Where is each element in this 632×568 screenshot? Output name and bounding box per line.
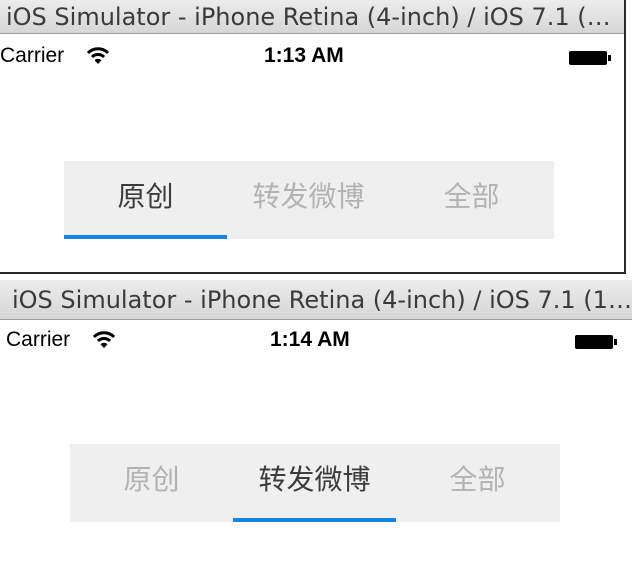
tab-reposts[interactable]: 转发微博 xyxy=(233,444,396,522)
tab-original[interactable]: 原创 xyxy=(70,444,233,522)
status-bar: Carrier 1:13 AM xyxy=(0,42,624,72)
wifi-icon xyxy=(92,331,116,348)
segmented-tab-bar: 原创 转发微博 全部 xyxy=(70,444,560,522)
battery-icon xyxy=(569,51,611,65)
carrier-label: Carrier xyxy=(6,328,71,351)
tab-all[interactable]: 全部 xyxy=(396,444,559,522)
status-time: 1:13 AM xyxy=(264,44,344,67)
tab-reposts[interactable]: 转发微博 xyxy=(227,161,390,239)
selected-tab-indicator xyxy=(64,235,227,239)
segmented-tab-bar: 原创 转发微博 全部 xyxy=(64,161,554,239)
status-time: 1:14 AM xyxy=(270,328,350,351)
simulator-window-2: iOS Simulator - iPhone Retina (4-inch) /… xyxy=(0,280,632,568)
tab-label: 原创 xyxy=(117,180,174,213)
battery-icon xyxy=(575,335,617,349)
simulator-window-1: iOS Simulator - iPhone Retina (4-inch) /… xyxy=(0,0,626,274)
tab-label: 全部 xyxy=(449,463,506,496)
wifi-icon xyxy=(86,47,110,64)
window-title-bar[interactable]: iOS Simulator - iPhone Retina (4-inch) /… xyxy=(0,0,624,34)
status-bar: Carrier 1:14 AM xyxy=(0,326,632,356)
tab-label: 转发微博 xyxy=(252,180,365,213)
tab-all[interactable]: 全部 xyxy=(390,161,553,239)
tab-label: 全部 xyxy=(443,180,500,213)
carrier-label: Carrier xyxy=(0,44,65,67)
selected-tab-indicator xyxy=(233,518,396,522)
window-title-bar[interactable]: iOS Simulator - iPhone Retina (4-inch) /… xyxy=(0,280,632,320)
tab-label: 原创 xyxy=(123,463,180,496)
tab-label: 转发微博 xyxy=(258,463,371,496)
tab-original[interactable]: 原创 xyxy=(64,161,227,239)
